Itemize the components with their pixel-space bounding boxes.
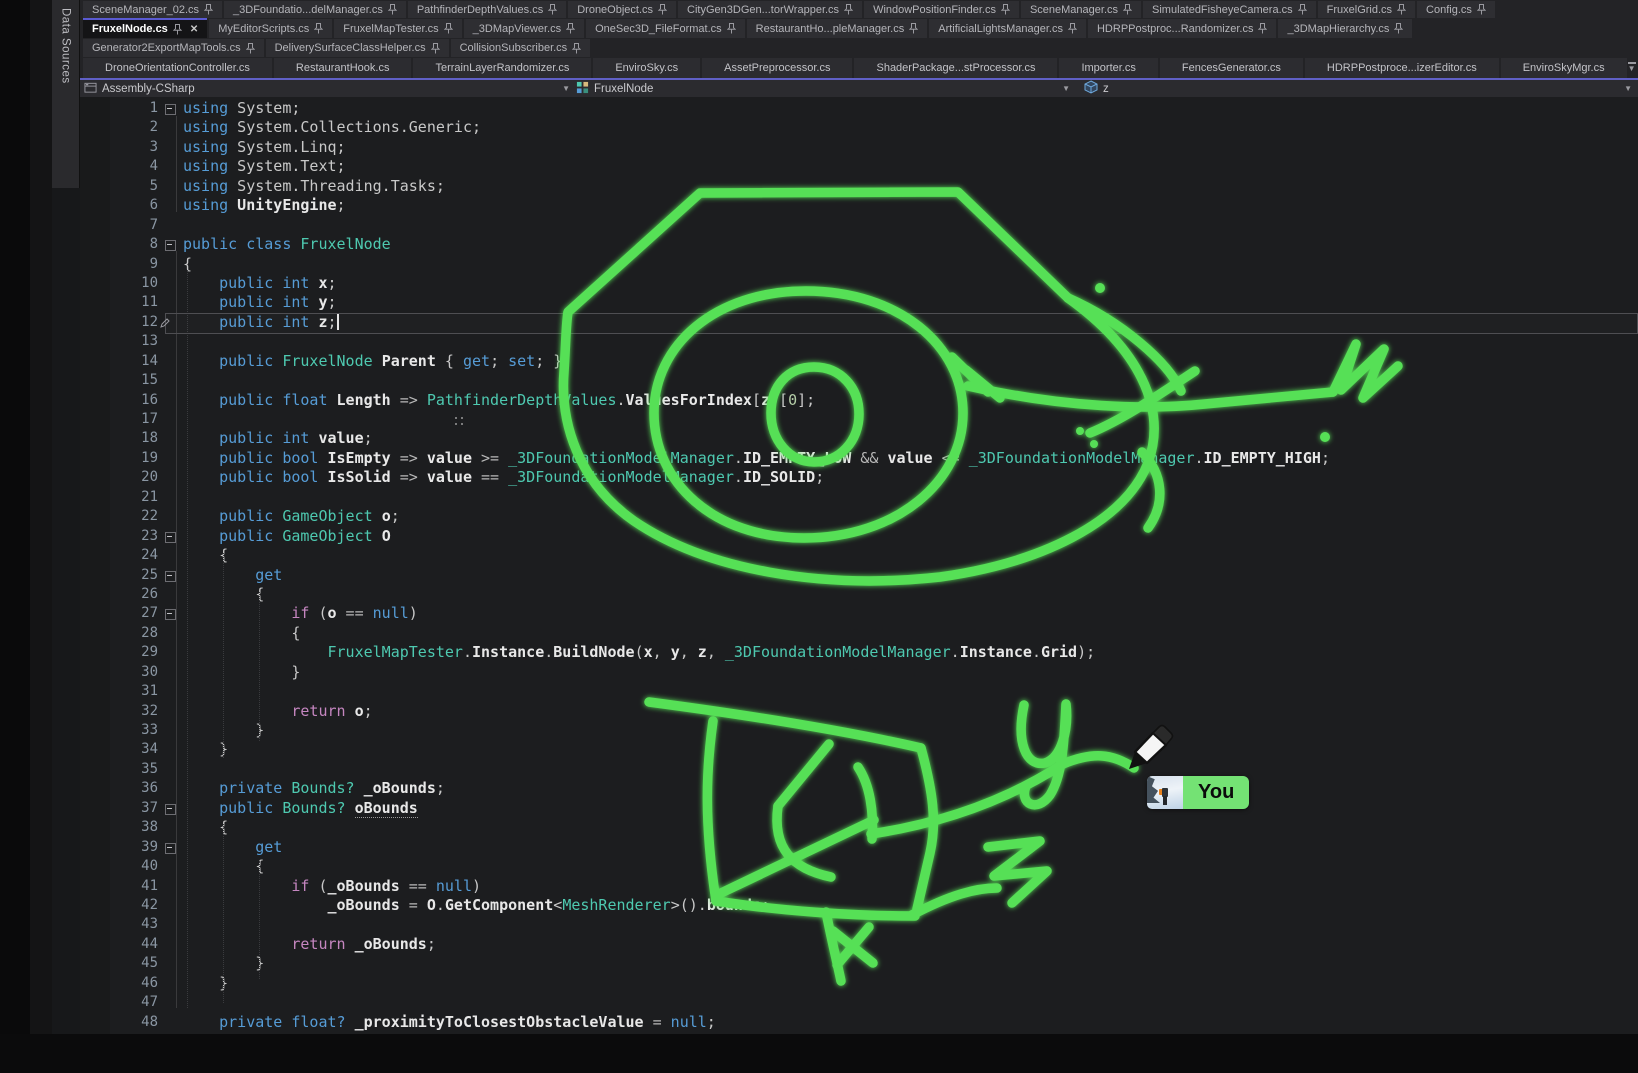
- pencil-cursor[interactable]: [0, 0, 1638, 1073]
- ide-window: Data Sources SceneManager_02.cs_3DFounda…: [0, 0, 1638, 1073]
